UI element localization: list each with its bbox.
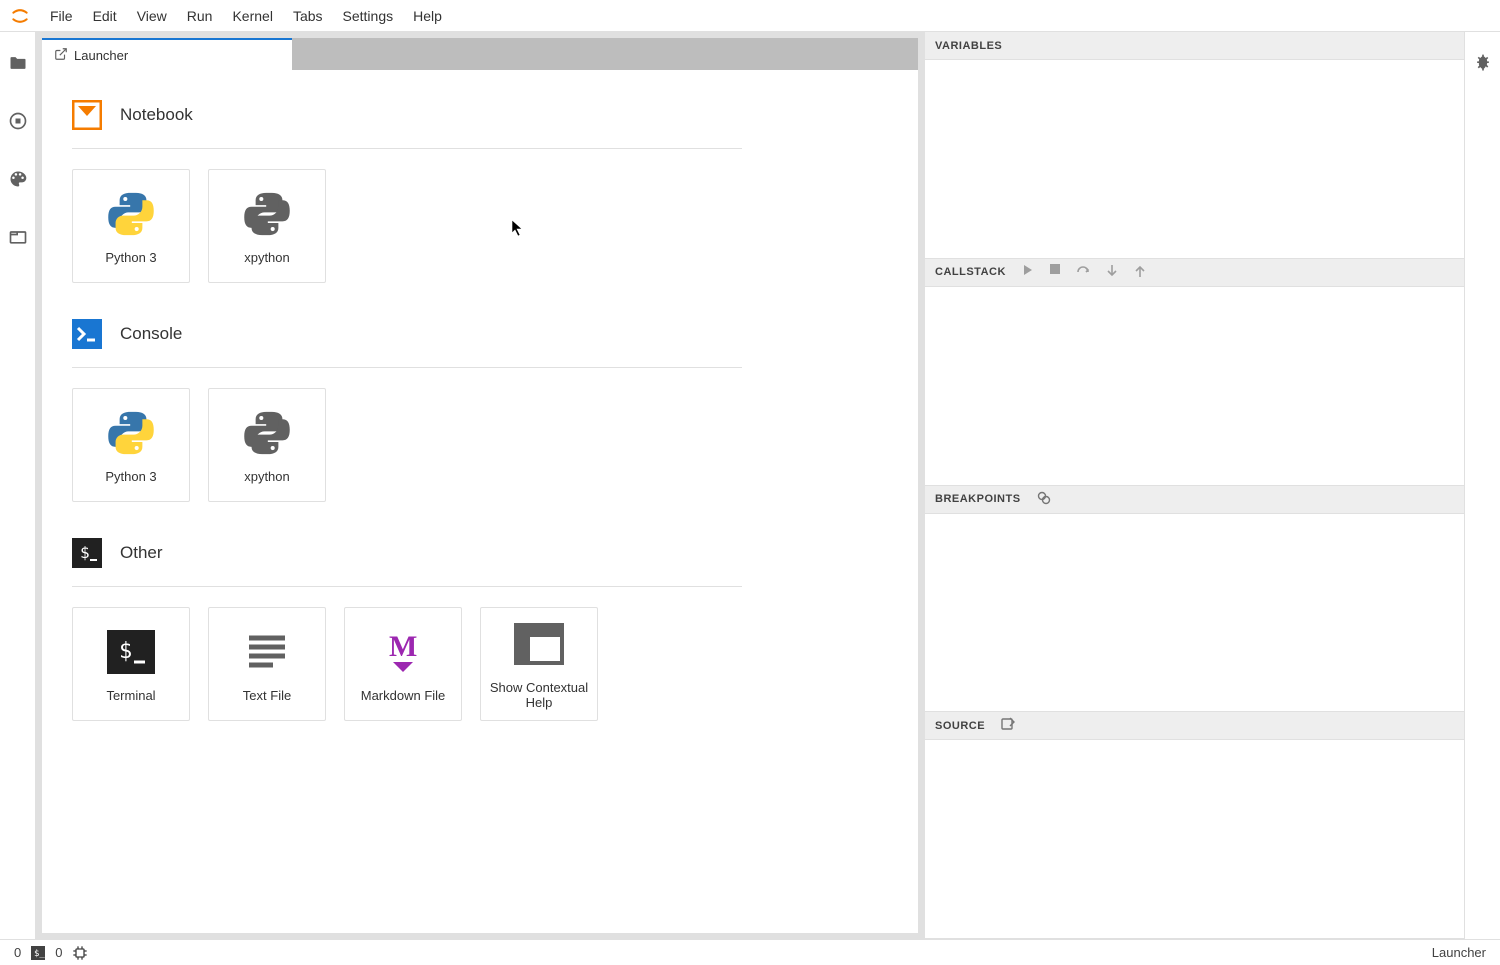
- folder-icon[interactable]: [3, 48, 33, 78]
- status-terminal-icon[interactable]: $_: [31, 946, 45, 960]
- debug-section-title: CALLSTACK: [935, 266, 1006, 278]
- debug-variables-header[interactable]: VARIABLES: [925, 32, 1464, 60]
- svg-text:$: $: [80, 543, 90, 562]
- debug-section-title: SOURCE: [935, 720, 985, 732]
- step-in-icon[interactable]: [1106, 264, 1118, 281]
- text-file-icon: [243, 626, 291, 678]
- debug-source-header[interactable]: SOURCE: [925, 712, 1464, 740]
- continue-icon[interactable]: [1022, 264, 1034, 281]
- launcher-body: Notebook Python 3: [42, 70, 918, 933]
- external-link-icon: [54, 47, 68, 64]
- status-mode[interactable]: Launcher: [1432, 945, 1486, 960]
- xpython-icon: [241, 407, 293, 459]
- python-icon: [105, 407, 157, 459]
- menu-settings[interactable]: Settings: [333, 4, 404, 28]
- left-sidebar: [0, 32, 36, 939]
- section-notebook-title: Notebook: [120, 105, 193, 125]
- open-source-icon[interactable]: [1001, 717, 1015, 734]
- launcher-card-terminal[interactable]: $ Terminal: [72, 607, 190, 721]
- debug-breakpoints-header[interactable]: BREAKPOINTS: [925, 486, 1464, 514]
- console-section-icon: [72, 319, 102, 349]
- card-label: Python 3: [101, 250, 160, 265]
- debug-section-title: VARIABLES: [935, 40, 1002, 52]
- launcher-card-notebook-python3[interactable]: Python 3: [72, 169, 190, 283]
- palette-icon[interactable]: [3, 164, 33, 194]
- launcher-card-textfile[interactable]: Text File: [208, 607, 326, 721]
- launcher-card-notebook-xpython[interactable]: xpython: [208, 169, 326, 283]
- running-icon[interactable]: [3, 106, 33, 136]
- launcher-card-console-python3[interactable]: Python 3: [72, 388, 190, 502]
- svg-text:$: $: [119, 639, 132, 664]
- debug-variables-body: [925, 60, 1464, 258]
- debug-section-title: BREAKPOINTS: [935, 493, 1021, 505]
- main-area: Launcher Notebook: [0, 32, 1500, 939]
- section-other-header: $ Other: [72, 538, 742, 568]
- menu-kernel[interactable]: Kernel: [222, 4, 282, 28]
- menu-tabs[interactable]: Tabs: [283, 4, 333, 28]
- status-kernel-icon[interactable]: [72, 945, 88, 961]
- section-other-title: Other: [120, 543, 163, 563]
- python-icon: [105, 188, 157, 240]
- card-label: Show Contextual Help: [481, 680, 597, 710]
- menu-help[interactable]: Help: [403, 4, 452, 28]
- menu-file[interactable]: File: [40, 4, 83, 28]
- markdown-icon: M: [379, 626, 427, 678]
- statusbar: 0 $_ 0 Launcher: [0, 939, 1500, 965]
- right-sidebar: [1464, 32, 1500, 939]
- launcher-card-console-xpython[interactable]: xpython: [208, 388, 326, 502]
- jupyter-logo-icon: [8, 4, 32, 28]
- menu-run[interactable]: Run: [177, 4, 223, 28]
- tab-launcher[interactable]: Launcher: [42, 38, 292, 70]
- menubar: File Edit View Run Kernel Tabs Settings …: [0, 0, 1500, 32]
- card-label: Markdown File: [357, 688, 450, 703]
- other-section-icon: $: [72, 538, 102, 568]
- card-label: xpython: [240, 250, 294, 265]
- menu-edit[interactable]: Edit: [83, 4, 127, 28]
- debug-panel: VARIABLES CALLSTACK: [924, 32, 1464, 939]
- card-label: Python 3: [101, 469, 160, 484]
- dock-panel: Launcher Notebook: [36, 32, 1500, 939]
- debug-breakpoints-body: [925, 514, 1464, 712]
- notebook-section-icon: [72, 100, 102, 130]
- section-notebook-header: Notebook: [72, 100, 742, 130]
- debug-source-body: [925, 740, 1464, 938]
- debug-callstack-body: [925, 287, 1464, 485]
- section-console-header: Console: [72, 319, 742, 349]
- launcher-card-markdown[interactable]: M Markdown File: [344, 607, 462, 721]
- xpython-icon: [241, 188, 293, 240]
- remove-breakpoints-icon[interactable]: [1037, 491, 1051, 508]
- stop-icon[interactable]: [1050, 264, 1060, 281]
- menu-view[interactable]: View: [127, 4, 177, 28]
- debug-callstack-header[interactable]: CALLSTACK: [925, 259, 1464, 287]
- bug-icon[interactable]: [1468, 48, 1498, 78]
- card-label: Text File: [239, 688, 295, 703]
- status-terminals-count[interactable]: 0: [55, 945, 62, 960]
- tabbar: Launcher: [42, 38, 918, 70]
- launcher-card-contextual-help[interactable]: Show Contextual Help: [480, 607, 598, 721]
- card-label: xpython: [240, 469, 294, 484]
- svg-text:$_: $_: [34, 949, 45, 959]
- step-out-icon[interactable]: [1134, 264, 1146, 281]
- tabs-icon[interactable]: [3, 222, 33, 252]
- card-label: Terminal: [102, 688, 159, 703]
- tab-label: Launcher: [74, 48, 128, 63]
- step-over-icon[interactable]: [1076, 264, 1090, 281]
- contextual-help-icon: [514, 618, 564, 670]
- terminal-icon: $: [107, 626, 155, 678]
- launcher-panel: Launcher Notebook: [36, 32, 924, 939]
- status-notebooks-count[interactable]: 0: [14, 945, 21, 960]
- section-console-title: Console: [120, 324, 182, 344]
- svg-text:M: M: [389, 630, 417, 663]
